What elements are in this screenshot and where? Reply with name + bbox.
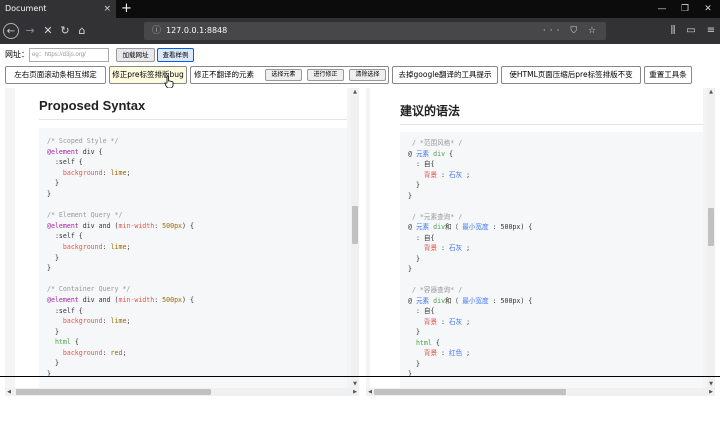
navigation-bar: ← → ✕ ↻ ⌂ ⓘ 127.0.0.1:8848 ··· ⛉ ☆ ⫼ ▭ ≡ bbox=[0, 18, 720, 44]
browser-window: Document × + — ❐ ✕ ← → ✕ ↻ ⌂ ⓘ 127.0.0.1… bbox=[0, 0, 720, 421]
scroll-down-icon[interactable]: ▼ bbox=[707, 380, 715, 388]
new-tab-button[interactable]: + bbox=[121, 0, 132, 18]
scroll-down-icon[interactable]: ▼ bbox=[351, 380, 359, 388]
load-url-button[interactable]: 加载网址 bbox=[116, 48, 155, 62]
original-document: Proposed Syntax /* Scoped Style */ @elem… bbox=[15, 88, 347, 396]
original-vertical-scrollbar[interactable]: ▲ ▼ bbox=[351, 88, 359, 388]
scroll-left-icon[interactable]: ◀ bbox=[5, 388, 13, 396]
url-text: 127.0.0.1:8848 bbox=[166, 26, 228, 35]
page-content: 网址： 加载网址 查看样例 左右页面滚动条相互绑定 修正pre标签排版bug 修… bbox=[0, 44, 720, 421]
tab-bar: Document × + — ❐ ✕ bbox=[0, 0, 720, 18]
url-label: 网址： bbox=[5, 50, 29, 59]
back-arrow-icon: ← bbox=[3, 23, 19, 39]
reset-toolbar-button[interactable]: 重置工具条 bbox=[644, 66, 692, 84]
menu-icon[interactable]: ≡ bbox=[704, 18, 718, 44]
remove-google-tooltip-toggle[interactable]: 去掉google翻译的工具提示 bbox=[392, 66, 498, 84]
close-window-icon[interactable]: ✕ bbox=[700, 0, 716, 18]
original-page-frame: Proposed Syntax /* Scoped Style */ @elem… bbox=[5, 88, 351, 396]
library-icon[interactable]: ⫼ bbox=[666, 18, 680, 44]
scroll-up-icon[interactable]: ▲ bbox=[351, 88, 359, 96]
tools-icon[interactable]: ✕ bbox=[40, 18, 56, 44]
original-horizontal-scrollbar[interactable]: ◀ ▶ bbox=[5, 388, 359, 396]
tab-document[interactable]: Document × bbox=[0, 0, 116, 18]
address-bar[interactable]: ⓘ 127.0.0.1:8848 ··· ⛉ ☆ bbox=[144, 22, 606, 40]
heading-divider bbox=[39, 119, 347, 120]
clear-selection-button[interactable]: 清除选择 bbox=[349, 69, 386, 81]
sidebar-icon[interactable]: ▭ bbox=[684, 18, 698, 44]
translated-code-block: / *范围风格* / @ 元素 div { : 自{ 背景 : 石灰 ; } }… bbox=[400, 132, 703, 396]
forward-button[interactable]: → bbox=[22, 18, 38, 44]
translated-scroll-thumb[interactable] bbox=[708, 208, 714, 246]
translated-page-frame: 建议的语法 / *范围风格* / @ 元素 div { : 自{ 背景 : 石灰… bbox=[366, 88, 707, 396]
back-button[interactable]: ← bbox=[2, 18, 20, 44]
translated-heading: 建议的语法 bbox=[400, 104, 461, 118]
translated-vertical-scrollbar[interactable]: ▲ ▼ bbox=[707, 88, 715, 388]
keep-pre-layout-toggle[interactable]: 使HTML页面压缩后pre标签排版不变 bbox=[501, 66, 641, 84]
translated-document: 建议的语法 / *范围风格* / @ 元素 div { : 自{ 背景 : 石灰… bbox=[370, 88, 703, 396]
scroll-right-icon[interactable]: ▶ bbox=[351, 388, 359, 396]
select-element-button[interactable]: 选择元素 bbox=[265, 69, 302, 81]
original-page-pane: Proposed Syntax /* Scoped Style */ @elem… bbox=[5, 88, 359, 396]
scroll-right-icon[interactable]: ▶ bbox=[707, 388, 715, 396]
site-url-input[interactable] bbox=[29, 48, 109, 62]
apply-fix-button[interactable]: 进行修正 bbox=[307, 69, 344, 81]
minimize-icon[interactable]: — bbox=[654, 0, 670, 18]
home-icon[interactable]: ⌂ bbox=[74, 18, 90, 44]
no-translate-label: 修正不翻译的元素 bbox=[194, 70, 254, 79]
translated-horizontal-scrollbar[interactable]: ◀ ▶ bbox=[366, 388, 715, 396]
hand-cursor-icon bbox=[164, 75, 174, 89]
original-code-block: /* Scoped Style */ @element div { :self … bbox=[39, 128, 347, 396]
info-icon[interactable]: ⓘ bbox=[152, 22, 161, 40]
reload-icon[interactable]: ↻ bbox=[57, 18, 73, 44]
original-scroll-thumb[interactable] bbox=[352, 206, 358, 244]
view-example-button[interactable]: 查看样例 bbox=[157, 48, 194, 62]
fix-pre-bug-toggle[interactable]: 修正pre标签排版bug bbox=[109, 66, 187, 84]
tab-close-icon[interactable]: × bbox=[103, 0, 111, 18]
no-translate-group: 修正不翻译的元素 选择元素 进行修正 清除选择 bbox=[190, 66, 389, 84]
translated-page-pane: 建议的语法 / *范围风格* / @ 元素 div { : 自{ 背景 : 石灰… bbox=[366, 88, 715, 396]
restore-icon[interactable]: ❐ bbox=[677, 0, 693, 18]
original-heading: Proposed Syntax bbox=[39, 98, 146, 113]
scroll-left-icon[interactable]: ◀ bbox=[366, 388, 374, 396]
translation-toolbar: 左右页面滚动条相互绑定 修正pre标签排版bug 修正不翻译的元素 选择元素 进… bbox=[5, 66, 715, 84]
scroll-up-icon[interactable]: ▲ bbox=[707, 88, 715, 96]
sync-scroll-toggle[interactable]: 左右页面滚动条相互绑定 bbox=[5, 66, 106, 84]
original-hscroll-thumb[interactable] bbox=[16, 389, 211, 395]
translated-hscroll-thumb[interactable] bbox=[374, 389, 566, 395]
heading-divider bbox=[400, 124, 703, 125]
window-bottom-edge bbox=[0, 376, 720, 377]
page-actions[interactable]: ··· ⛉ ☆ bbox=[543, 22, 600, 40]
tab-title: Document bbox=[5, 4, 47, 13]
